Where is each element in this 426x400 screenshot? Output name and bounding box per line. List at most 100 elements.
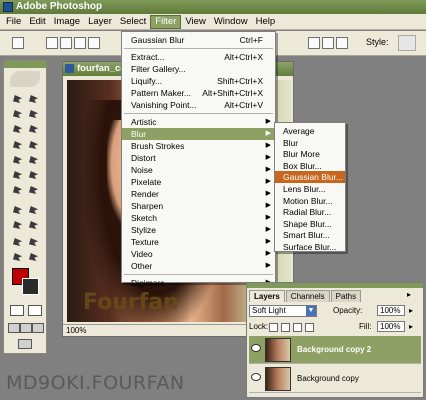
menu-image[interactable]: Image — [50, 15, 84, 29]
type-tool-icon[interactable] — [27, 204, 40, 216]
menu-item-render[interactable]: Render ▶ — [122, 188, 275, 200]
menu-item-stylize[interactable]: Stylize ▶ — [122, 224, 275, 236]
blur-item-gaussian-blur[interactable]: Gaussian Blur... — [275, 171, 345, 184]
menu-item-sharpen[interactable]: Sharpen ▶ — [122, 200, 275, 212]
fill-field[interactable]: 100% — [377, 321, 405, 332]
menu-item-distort[interactable]: Distort ▶ — [122, 152, 275, 164]
layers-panel-caption[interactable] — [247, 283, 423, 288]
eye-icon[interactable] — [251, 344, 261, 352]
layer-row-background-copy-2[interactable]: Background copy 2 — [249, 336, 421, 364]
align-center-icon[interactable] — [322, 37, 334, 49]
notes-tool-icon[interactable] — [11, 236, 24, 248]
blur-item-smart-blur[interactable]: Smart Blur... — [275, 229, 345, 241]
menu-item-label: Distort — [131, 153, 156, 163]
lasso-tool-icon[interactable] — [11, 108, 24, 120]
menu-select[interactable]: Select — [116, 15, 150, 29]
subtract-selection-icon[interactable] — [74, 37, 86, 49]
menu-item-filter-gallery[interactable]: Filter Gallery... — [122, 63, 275, 75]
blur-item-average[interactable]: Average — [275, 125, 345, 137]
add-selection-icon[interactable] — [60, 37, 72, 49]
menu-window[interactable]: Window — [210, 15, 252, 29]
zoom-tool-icon[interactable] — [27, 251, 40, 263]
intersect-selection-icon[interactable] — [88, 37, 100, 49]
blur-item-lens-blur[interactable]: Lens Blur... — [275, 183, 345, 195]
full-screen-menu-mode-icon[interactable] — [20, 323, 32, 333]
layer-row-background-copy[interactable]: Background copy — [249, 365, 421, 393]
new-selection-icon[interactable] — [46, 37, 58, 49]
tab-paths[interactable]: Paths — [330, 290, 362, 302]
pen-tool-icon[interactable] — [11, 219, 24, 231]
opacity-arrow-icon[interactable]: ▸ — [409, 305, 413, 317]
tab-channels[interactable]: Channels — [285, 290, 330, 302]
blend-mode-select[interactable]: Soft Light ▼ — [249, 305, 317, 317]
menu-item-artistic[interactable]: Artistic ▶ — [122, 116, 275, 128]
crop-tool-icon[interactable] — [11, 123, 24, 135]
lock-all-icon[interactable] — [305, 323, 314, 332]
zoom-level[interactable]: 100% — [66, 326, 86, 335]
dodge-tool-icon[interactable] — [27, 184, 40, 196]
gradient-tool-icon[interactable] — [27, 169, 40, 181]
opacity-field[interactable]: 100% — [377, 305, 405, 316]
lock-pixels-icon[interactable] — [281, 323, 290, 332]
menu-item-pixelate[interactable]: Pixelate ▶ — [122, 176, 275, 188]
quick-mask-mode-icon[interactable] — [28, 305, 42, 316]
marquee-tool-icon[interactable] — [11, 93, 24, 105]
chevron-down-icon[interactable]: ▼ — [306, 306, 316, 316]
blur-item-radial-blur[interactable]: Radial Blur... — [275, 206, 345, 218]
clone-stamp-tool-icon[interactable] — [11, 154, 24, 166]
slice-tool-icon[interactable] — [27, 123, 40, 135]
menu-item-label: Digimarc — [131, 278, 165, 288]
hand-tool-icon[interactable] — [11, 251, 24, 263]
eyedropper-tool-icon[interactable] — [27, 236, 40, 248]
menu-item-liquify[interactable]: Liquify... Shift+Ctrl+X — [122, 75, 275, 87]
menu-item-brush-strokes[interactable]: Brush Strokes ▶ — [122, 140, 275, 152]
magic-wand-tool-icon[interactable] — [27, 108, 40, 120]
style-picker[interactable] — [398, 35, 416, 51]
menu-item-texture[interactable]: Texture ▶ — [122, 236, 275, 248]
menu-layer[interactable]: Layer — [84, 15, 116, 29]
path-selection-tool-icon[interactable] — [11, 204, 24, 216]
move-tool-icon[interactable] — [27, 93, 40, 105]
blur-item-motion-blur[interactable]: Motion Blur... — [275, 195, 345, 207]
menu-item-sketch[interactable]: Sketch ▶ — [122, 212, 275, 224]
menu-item-pattern-maker[interactable]: Pattern Maker... Alt+Shift+Ctrl+X — [122, 87, 275, 99]
align-right-icon[interactable] — [336, 37, 348, 49]
menu-edit[interactable]: Edit — [25, 15, 49, 29]
menu-item-noise[interactable]: Noise ▶ — [122, 164, 275, 176]
blur-item-blur-more[interactable]: Blur More — [275, 148, 345, 160]
lock-position-icon[interactable] — [293, 323, 302, 332]
menu-item-vanishing-point[interactable]: Vanishing Point... Alt+Ctrl+V — [122, 99, 275, 111]
menu-file[interactable]: File — [2, 15, 25, 29]
blur-item-surface-blur[interactable]: Surface Blur... — [275, 241, 345, 253]
panel-menu-arrow-icon[interactable]: ▸ — [407, 290, 411, 299]
toolbox-caption[interactable] — [4, 61, 46, 68]
eye-icon[interactable] — [251, 373, 261, 381]
tab-layers[interactable]: Layers — [249, 290, 285, 302]
shape-tool-icon[interactable] — [27, 219, 40, 231]
marquee-preset-icon[interactable] — [12, 37, 24, 49]
blur-item-blur[interactable]: Blur — [275, 137, 345, 149]
menu-item-last-filter[interactable]: Gaussian Blur Ctrl+F — [122, 34, 275, 46]
menu-view[interactable]: View — [181, 15, 209, 29]
menu-help[interactable]: Help — [252, 15, 280, 29]
background-color-swatch[interactable] — [22, 278, 39, 295]
blur-item-box-blur[interactable]: Box Blur... — [275, 160, 345, 172]
standard-screen-mode-icon[interactable] — [8, 323, 20, 333]
menu-filter[interactable]: Filter — [150, 14, 182, 29]
eraser-tool-icon[interactable] — [11, 169, 24, 181]
jump-to-imageready-icon[interactable] — [18, 339, 32, 349]
fill-arrow-icon[interactable]: ▸ — [409, 321, 413, 333]
full-screen-mode-icon[interactable] — [32, 323, 44, 333]
align-left-icon[interactable] — [308, 37, 320, 49]
menu-item-extract[interactable]: Extract... Alt+Ctrl+X — [122, 51, 275, 63]
menu-item-blur[interactable]: Blur ▶ — [122, 128, 275, 140]
healing-brush-tool-icon[interactable] — [11, 139, 24, 151]
menu-item-other[interactable]: Other ▶ — [122, 260, 275, 272]
history-brush-tool-icon[interactable] — [27, 154, 40, 166]
standard-mode-icon[interactable] — [10, 305, 24, 316]
blur-tool-icon[interactable] — [11, 184, 24, 196]
lock-transparent-icon[interactable] — [269, 323, 278, 332]
brush-tool-icon[interactable] — [27, 139, 40, 151]
menu-item-video[interactable]: Video ▶ — [122, 248, 275, 260]
blur-item-shape-blur[interactable]: Shape Blur... — [275, 218, 345, 230]
